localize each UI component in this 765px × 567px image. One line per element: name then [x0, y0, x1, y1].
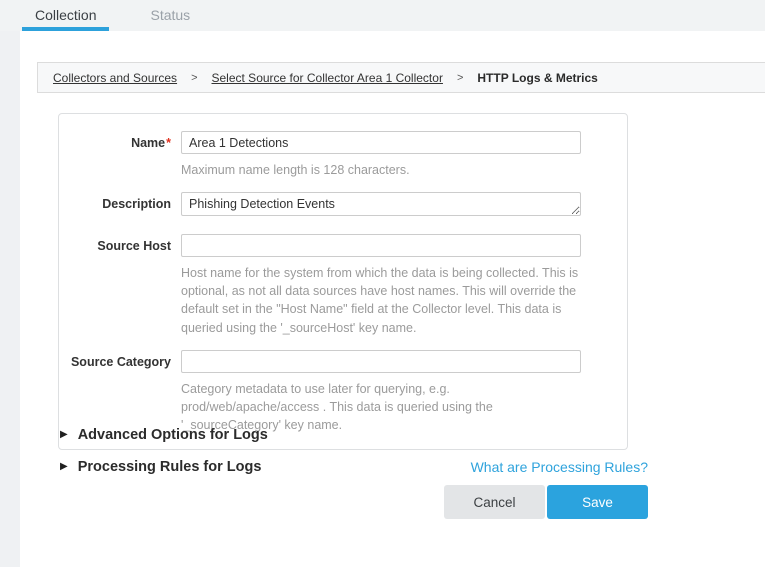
breadcrumb-separator: >	[457, 72, 463, 84]
description-label: Description	[59, 192, 171, 221]
required-asterisk: *	[166, 136, 171, 150]
processing-rules-section: ▶ Processing Rules for Logs What are Pro…	[60, 459, 648, 475]
breadcrumb-separator: >	[191, 72, 197, 84]
main-content-panel: Collectors and Sources > Select Source f…	[20, 31, 765, 567]
expander-triangle-icon[interactable]: ▶	[60, 462, 68, 472]
form-row-source-category: Source Category Category metadata to use…	[59, 350, 627, 434]
source-host-helper-text: Host name for the system from which the …	[181, 264, 581, 337]
source-category-field-wrap: Category metadata to use later for query…	[181, 350, 581, 434]
name-input[interactable]	[181, 131, 581, 154]
breadcrumb: Collectors and Sources > Select Source f…	[37, 62, 765, 93]
source-category-label: Source Category	[59, 350, 171, 434]
source-host-label: Source Host	[59, 234, 171, 337]
breadcrumb-select-source[interactable]: Select Source for Collector Area 1 Colle…	[212, 71, 443, 85]
source-category-helper-text: Category metadata to use later for query…	[181, 380, 581, 434]
expander-triangle-icon[interactable]: ▶	[60, 430, 68, 440]
tab-bar: Collection Status	[0, 0, 765, 31]
save-button[interactable]: Save	[547, 485, 648, 519]
form-row-description: Description Phishing Detection Events	[59, 192, 627, 221]
tab-status[interactable]: Status	[137, 0, 203, 31]
name-field-wrap: Maximum name length is 128 characters.	[181, 131, 581, 179]
source-host-input[interactable]	[181, 234, 581, 257]
name-label: Name*	[59, 131, 171, 179]
breadcrumb-current-page: HTTP Logs & Metrics	[477, 71, 597, 85]
source-config-form: Name* Maximum name length is 128 charact…	[58, 113, 628, 450]
description-textarea[interactable]: Phishing Detection Events	[181, 192, 581, 216]
breadcrumb-collectors-and-sources[interactable]: Collectors and Sources	[53, 71, 177, 85]
advanced-options-title[interactable]: Advanced Options for Logs	[78, 427, 268, 443]
tab-collection[interactable]: Collection	[22, 0, 109, 31]
action-buttons: Cancel Save	[58, 485, 648, 519]
form-row-source-host: Source Host Host name for the system fro…	[59, 234, 627, 337]
name-label-text: Name	[131, 136, 165, 150]
source-host-field-wrap: Host name for the system from which the …	[181, 234, 581, 337]
description-field-wrap: Phishing Detection Events	[181, 192, 581, 221]
source-category-input[interactable]	[181, 350, 581, 373]
what-are-processing-rules-link[interactable]: What are Processing Rules?	[471, 459, 648, 475]
processing-rules-title[interactable]: Processing Rules for Logs	[78, 459, 262, 475]
cancel-button[interactable]: Cancel	[444, 485, 545, 519]
name-helper-text: Maximum name length is 128 characters.	[181, 161, 581, 179]
advanced-options-section[interactable]: ▶ Advanced Options for Logs	[60, 427, 648, 443]
form-row-name: Name* Maximum name length is 128 charact…	[59, 131, 627, 179]
